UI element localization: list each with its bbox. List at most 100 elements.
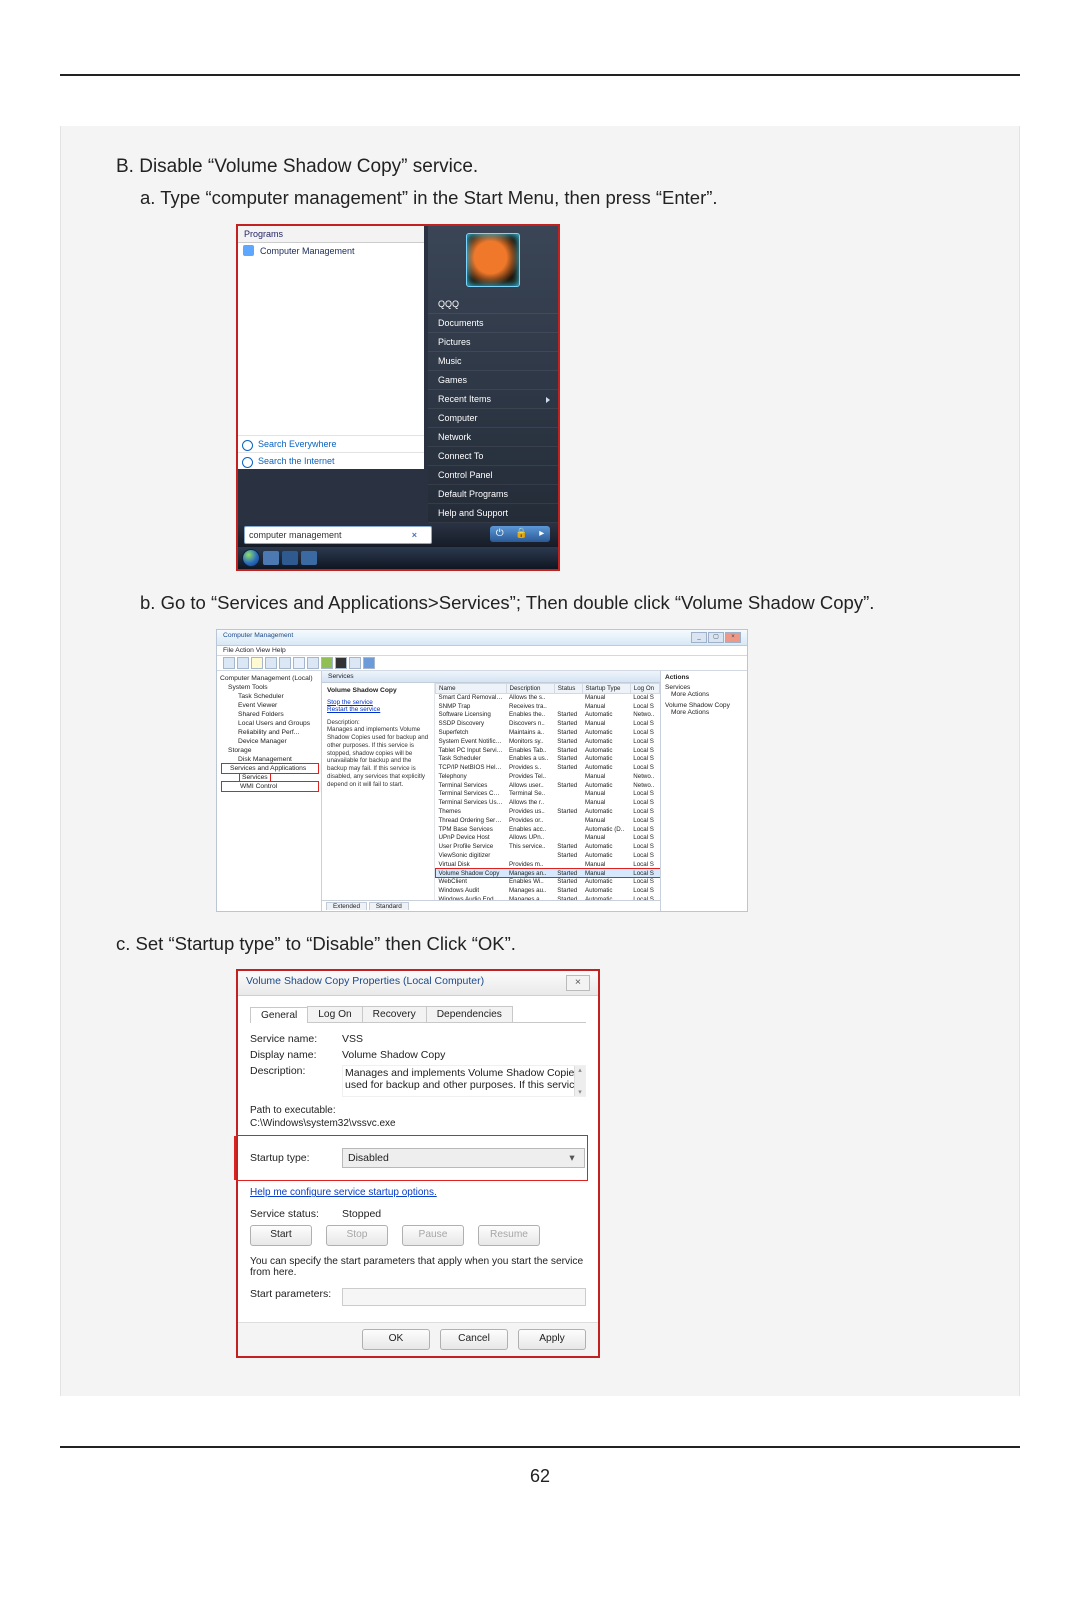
column-header[interactable]: Description bbox=[506, 683, 554, 693]
service-row[interactable]: Software LicensingEnables the..StartedAu… bbox=[436, 711, 660, 720]
toolbar-icon[interactable] bbox=[223, 657, 235, 669]
tab-general[interactable]: General bbox=[250, 1007, 308, 1023]
tab-recovery[interactable]: Recovery bbox=[362, 1006, 427, 1022]
search-internet[interactable]: Search the Internet bbox=[238, 452, 424, 469]
service-row[interactable]: UPnP Device HostAllows UPn..ManualLocal … bbox=[436, 834, 660, 843]
start-button[interactable]: Start bbox=[250, 1225, 312, 1246]
configure-startup-link[interactable]: Help me configure service startup option… bbox=[250, 1187, 586, 1198]
start-menu-item[interactable]: Games bbox=[428, 371, 558, 390]
tree-item[interactable]: Shared Folders bbox=[220, 710, 318, 719]
tab-dependencies[interactable]: Dependencies bbox=[426, 1006, 513, 1022]
service-row[interactable]: System Event Notificati..Monitors sy..St… bbox=[436, 737, 660, 746]
tree-system-tools[interactable]: System Tools bbox=[220, 683, 318, 692]
service-row[interactable]: SNMP TrapReceives tra..ManualLocal S bbox=[436, 702, 660, 711]
service-row[interactable]: TelephonyProvides Tel..ManualNetwo.. bbox=[436, 772, 660, 781]
restart-service-link[interactable]: Restart the service bbox=[327, 706, 429, 713]
taskbar-icon[interactable] bbox=[301, 551, 317, 565]
actions-more[interactable]: More Actions bbox=[665, 691, 743, 698]
tree-item[interactable]: Task Scheduler bbox=[220, 692, 318, 701]
dialog-close-button[interactable]: × bbox=[566, 975, 590, 991]
cancel-button[interactable]: Cancel bbox=[440, 1329, 508, 1350]
tree-storage[interactable]: Storage bbox=[220, 746, 318, 755]
tab-extended[interactable]: Extended bbox=[326, 902, 367, 910]
stop-service-link[interactable]: Stop the service bbox=[327, 699, 429, 706]
start-search-input[interactable]: computer management × bbox=[244, 526, 432, 544]
resume-button[interactable]: Resume bbox=[478, 1225, 540, 1246]
service-row[interactable]: TPM Base ServicesEnables acc..Automatic … bbox=[436, 825, 660, 834]
scrollbar[interactable]: ▴▾ bbox=[574, 1066, 585, 1096]
toolbar-play-icon[interactable] bbox=[321, 657, 333, 669]
service-row[interactable]: Terminal ServicesAllows user..StartedAut… bbox=[436, 781, 660, 790]
toolbar-icon[interactable] bbox=[293, 657, 305, 669]
scroll-down-icon[interactable]: ▾ bbox=[578, 1088, 582, 1096]
toolbar-icon[interactable] bbox=[265, 657, 277, 669]
toolbar-icon[interactable] bbox=[307, 657, 319, 669]
start-menu-item[interactable]: QQQ bbox=[428, 295, 558, 314]
start-params-input[interactable] bbox=[342, 1288, 586, 1306]
start-menu-item[interactable]: Recent Items bbox=[428, 390, 558, 409]
start-menu-item[interactable]: Computer bbox=[428, 409, 558, 428]
toolbar[interactable] bbox=[217, 656, 747, 671]
column-header[interactable]: Name bbox=[436, 683, 507, 693]
column-header[interactable]: Log On bbox=[630, 683, 659, 693]
toolbar-stop-icon[interactable] bbox=[335, 657, 347, 669]
service-row[interactable]: ThemesProvides us..StartedAutomaticLocal… bbox=[436, 807, 660, 816]
tree-item[interactable]: Local Users and Groups bbox=[220, 719, 318, 728]
clear-search-icon[interactable]: × bbox=[412, 527, 417, 543]
service-row[interactable]: Smart Card Removal Po..Allows the s..Man… bbox=[436, 693, 660, 702]
tree-root[interactable]: Computer Management (Local) bbox=[220, 674, 318, 683]
scroll-up-icon[interactable]: ▴ bbox=[578, 1066, 582, 1074]
view-tabs[interactable]: Extended Standard bbox=[322, 900, 660, 911]
toolbar-icon[interactable] bbox=[251, 657, 263, 669]
minimize-button[interactable]: _ bbox=[691, 632, 707, 643]
start-menu-item[interactable]: Network bbox=[428, 428, 558, 447]
maximize-button[interactable]: ▢ bbox=[708, 632, 724, 643]
ok-button[interactable]: OK bbox=[362, 1329, 430, 1350]
tree-wmi-control[interactable]: WMI Control bbox=[222, 782, 318, 791]
start-menu-item[interactable]: Help and Support bbox=[428, 504, 558, 523]
tree-item[interactable]: Device Manager bbox=[220, 737, 318, 746]
pause-button[interactable]: Pause bbox=[402, 1225, 464, 1246]
start-menu-item[interactable]: Control Panel bbox=[428, 466, 558, 485]
service-row[interactable]: Virtual DiskProvides m..ManualLocal S bbox=[436, 860, 660, 869]
start-orb-icon[interactable] bbox=[242, 549, 260, 567]
taskbar-icon[interactable] bbox=[282, 551, 298, 565]
apply-button[interactable]: Apply bbox=[518, 1329, 586, 1350]
program-computer-management[interactable]: Computer Management bbox=[238, 243, 424, 259]
search-everywhere[interactable]: Search Everywhere bbox=[238, 435, 424, 452]
description-field[interactable]: Manages and implements Volume Shadow Cop… bbox=[342, 1065, 586, 1097]
service-row[interactable]: Windows AuditManages au..StartedAutomati… bbox=[436, 886, 660, 895]
start-menu-item[interactable]: Default Programs bbox=[428, 485, 558, 504]
column-header[interactable]: Status bbox=[554, 683, 582, 693]
toolbar-restart-icon[interactable] bbox=[363, 657, 375, 669]
toolbar-icon[interactable] bbox=[279, 657, 291, 669]
toolbar-icon[interactable] bbox=[237, 657, 249, 669]
stop-button[interactable]: Stop bbox=[326, 1225, 388, 1246]
actions-vsc[interactable]: Volume Shadow Copy bbox=[665, 702, 743, 709]
tree-item[interactable]: Disk Management bbox=[220, 755, 318, 764]
user-avatar[interactable] bbox=[466, 233, 520, 287]
service-row[interactable]: Terminal Services UserM..Allows the r..M… bbox=[436, 798, 660, 807]
services-table[interactable]: NameDescriptionStatusStartup TypeLog On … bbox=[435, 683, 660, 900]
navigation-tree[interactable]: Computer Management (Local) System Tools… bbox=[217, 671, 322, 911]
service-row[interactable]: SuperfetchMaintains a..StartedAutomaticL… bbox=[436, 728, 660, 737]
dialog-tabs[interactable]: General Log On Recovery Dependencies bbox=[250, 1006, 586, 1023]
dropdown-icon[interactable]: ▾ bbox=[565, 1152, 579, 1164]
tab-standard[interactable]: Standard bbox=[369, 902, 409, 910]
service-row[interactable]: WebClientEnables Wi..StartedAutomaticLoc… bbox=[436, 877, 660, 886]
service-row[interactable]: TCP/IP NetBIOS HelperProvides s..Started… bbox=[436, 763, 660, 772]
service-row[interactable]: SSDP DiscoveryDiscovers n..StartedManual… bbox=[436, 719, 660, 728]
tree-services-and-applications[interactable]: Services and Applications bbox=[222, 764, 318, 773]
power-buttons[interactable]: ⏻ 🔒 ▸ bbox=[490, 526, 550, 542]
tree-services[interactable]: Services bbox=[240, 774, 270, 781]
service-row[interactable]: Task SchedulerEnables a us..StartedAutom… bbox=[436, 754, 660, 763]
start-menu-item[interactable]: Music bbox=[428, 352, 558, 371]
tree-item[interactable]: Reliability and Perf... bbox=[220, 728, 318, 737]
power-icon[interactable]: ⏻ bbox=[496, 528, 504, 539]
actions-more[interactable]: More Actions bbox=[665, 709, 743, 716]
tab-logon[interactable]: Log On bbox=[307, 1006, 362, 1022]
service-row[interactable]: Tablet PC Input ServiceEnables Tab..Star… bbox=[436, 746, 660, 755]
menu-bar[interactable]: File Action View Help bbox=[217, 646, 747, 656]
start-menu-item[interactable]: Documents bbox=[428, 314, 558, 333]
close-button[interactable]: × bbox=[725, 632, 741, 643]
